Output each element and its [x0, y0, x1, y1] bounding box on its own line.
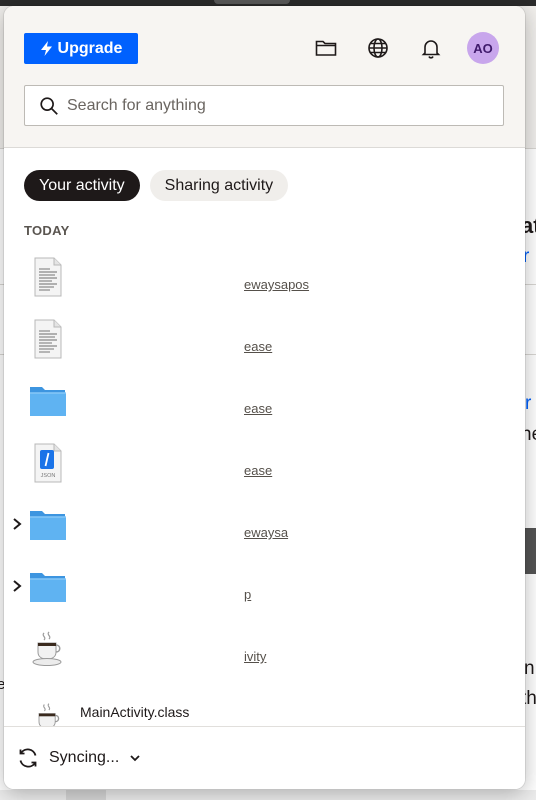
popover-header: Upgrade AO [4, 6, 525, 148]
java-class-icon [38, 703, 60, 727]
background-footer [0, 790, 536, 800]
sync-status-label: Syncing... [49, 749, 120, 766]
list-item-partial[interactable]: MainActivity.class [4, 699, 525, 727]
folder-icon [30, 511, 66, 540]
file-name: MainActivity.class [80, 704, 190, 720]
activity-link[interactable]: ease [244, 463, 272, 478]
upgrade-button[interactable]: Upgrade [24, 33, 138, 64]
activity-link[interactable]: ewaysapos [244, 277, 309, 292]
lightning-icon [40, 41, 52, 56]
background-text: r [525, 393, 532, 414]
folder-icon [30, 387, 66, 416]
list-item[interactable]: ivity [4, 623, 525, 685]
json-file-icon: JSON [34, 443, 62, 483]
list-item[interactable]: ewaysa [4, 499, 525, 561]
section-label-today: TODAY [24, 223, 70, 238]
search-icon [40, 96, 58, 115]
search-input[interactable] [60, 86, 503, 125]
list-item[interactable]: JSON ease [4, 437, 525, 499]
background-text: n [524, 658, 535, 679]
activity-link[interactable]: p [244, 587, 251, 602]
sync-icon [19, 748, 37, 768]
chevron-down-icon [130, 755, 140, 762]
text-file-icon [34, 319, 62, 359]
search-bar[interactable] [24, 85, 504, 126]
sync-status-button[interactable]: Syncing... [16, 743, 140, 773]
activity-popover: Upgrade AO Your activity Sharing activit… [4, 6, 525, 789]
tab-sharing-activity[interactable]: Sharing activity [149, 170, 289, 201]
java-class-icon [32, 631, 62, 666]
list-item[interactable]: p [4, 561, 525, 623]
list-item[interactable]: ewaysapos [4, 251, 525, 313]
list-item[interactable]: ease [4, 375, 525, 437]
globe-icon[interactable] [364, 34, 392, 62]
svg-text:JSON: JSON [41, 473, 56, 479]
bell-icon[interactable] [417, 34, 445, 62]
tab-your-activity[interactable]: Your activity [24, 170, 140, 201]
popover-footer: Syncing... [4, 726, 525, 789]
chevron-right-icon[interactable] [12, 579, 24, 593]
chevron-right-icon[interactable] [12, 517, 24, 531]
activity-link[interactable]: ewaysa [244, 525, 288, 540]
activity-link[interactable]: ivity [244, 649, 266, 664]
upgrade-label: Upgrade [57, 39, 123, 57]
avatar[interactable]: AO [467, 32, 499, 64]
activity-link[interactable]: ease [244, 401, 272, 416]
folder-icon[interactable] [312, 34, 340, 62]
folder-icon [30, 573, 66, 602]
activity-link[interactable]: ease [244, 339, 272, 354]
list-item[interactable]: ease [4, 313, 525, 375]
activity-tabs: Your activity Sharing activity [24, 170, 289, 201]
text-file-icon [34, 257, 62, 297]
